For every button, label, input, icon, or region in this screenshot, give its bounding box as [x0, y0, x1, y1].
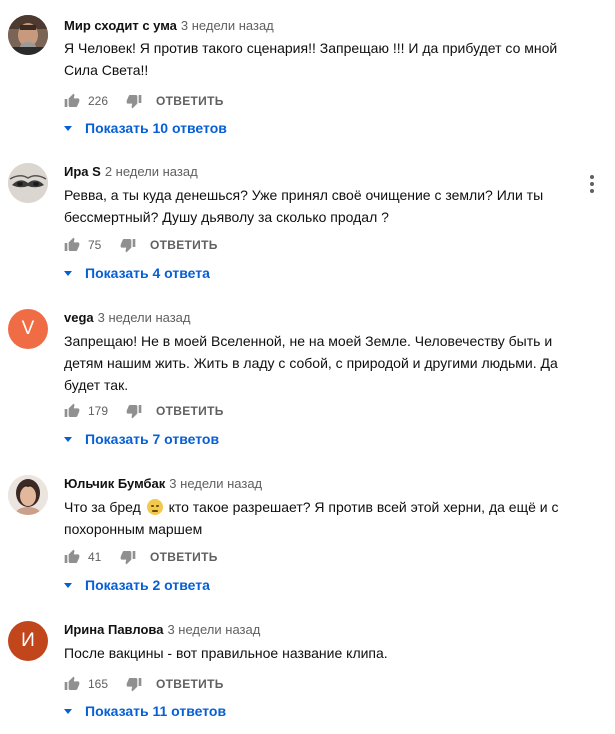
avatar[interactable]: V	[8, 309, 48, 349]
reply-button[interactable]: ОТВЕТИТЬ	[150, 238, 218, 252]
thumbs-up-icon[interactable]	[64, 549, 80, 565]
show-replies-label: Показать 10 ответов	[85, 120, 227, 136]
comment-text: После вакцины - вот правильное название …	[64, 645, 388, 661]
avatar[interactable]	[8, 15, 48, 55]
show-replies-label: Показать 11 ответов	[85, 703, 227, 719]
show-replies-button[interactable]: Показать 10 ответов	[64, 118, 227, 138]
thumbs-down-icon[interactable]	[120, 237, 136, 253]
thumbs-down-icon[interactable]	[126, 93, 142, 109]
pensive-emoji-icon	[146, 499, 163, 515]
comment-text: Запрещаю! Не в моей Вселенной, не на мое…	[64, 333, 558, 393]
thumbs-down-icon[interactable]	[126, 403, 142, 419]
avatar-photo	[8, 475, 48, 515]
comment-text: Что за бред кто такое разрешает? Я проти…	[64, 496, 574, 540]
menu-dot	[590, 182, 594, 186]
thumbs-down-icon[interactable]	[126, 676, 142, 692]
comment-header: Юльчик Бумбак 3 недели назад	[64, 475, 262, 493]
author-name[interactable]: Юльчик Бумбак	[64, 476, 165, 491]
like-count: 165	[88, 677, 109, 691]
author-name[interactable]: Ирина Павлова	[64, 622, 163, 637]
avatar-letter: V	[21, 318, 35, 339]
show-replies-label: Показать 2 ответа	[85, 577, 210, 593]
avatar-photo	[8, 15, 48, 55]
comment-actions: 75 ОТВЕТИТЬ	[64, 235, 218, 255]
caret-down-icon	[64, 582, 72, 588]
more-vert-icon[interactable]	[589, 175, 595, 193]
like-count: 226	[88, 94, 109, 108]
thumbs-up-icon[interactable]	[64, 676, 80, 692]
thumbs-up-icon[interactable]	[64, 93, 80, 109]
comment-actions: 179 ОТВЕТИТЬ	[64, 401, 224, 421]
reply-button[interactable]: ОТВЕТИТЬ	[156, 404, 224, 418]
caret-down-icon	[64, 708, 72, 714]
avatar[interactable]: И	[8, 621, 48, 661]
reply-button[interactable]: ОТВЕТИТЬ	[150, 550, 218, 564]
avatar[interactable]	[8, 163, 48, 203]
comment-time[interactable]: 2 недели назад	[105, 164, 198, 179]
avatar-photo	[8, 163, 48, 203]
like-count: 75	[88, 238, 102, 252]
comment-header: Ирина Павлова 3 недели назад	[64, 621, 260, 639]
comment-actions: 165 ОТВЕТИТЬ	[64, 674, 224, 694]
thumbs-up-icon[interactable]	[64, 403, 80, 419]
comment-actions: 41 ОТВЕТИТЬ	[64, 547, 218, 567]
caret-down-icon	[64, 436, 72, 442]
avatar[interactable]	[8, 475, 48, 515]
comment-header: Мир сходит с ума 3 недели назад	[64, 17, 274, 35]
author-name[interactable]: Ира S	[64, 164, 101, 179]
comment-actions: 226 ОТВЕТИТЬ	[64, 91, 224, 111]
author-name[interactable]: vega	[64, 310, 94, 325]
reply-button[interactable]: ОТВЕТИТЬ	[156, 94, 224, 108]
show-replies-button[interactable]: Показать 7 ответов	[64, 429, 219, 449]
show-replies-button[interactable]: Показать 4 ответа	[64, 263, 210, 283]
comment-text-start: Что за бред	[64, 499, 141, 515]
show-replies-label: Показать 4 ответа	[85, 265, 210, 281]
caret-down-icon	[64, 125, 72, 131]
comment-time[interactable]: 3 недели назад	[167, 622, 260, 637]
author-name[interactable]: Мир сходит с ума	[64, 18, 177, 33]
like-count: 41	[88, 550, 102, 564]
reply-button[interactable]: ОТВЕТИТЬ	[156, 677, 224, 691]
comment-text: Я Человек! Я против такого сценария!! За…	[64, 40, 558, 78]
like-count: 179	[88, 404, 109, 418]
comment-time[interactable]: 3 недели назад	[169, 476, 262, 491]
thumbs-down-icon[interactable]	[120, 549, 136, 565]
show-replies-label: Показать 7 ответов	[85, 431, 220, 447]
comment-header: vega 3 недели назад	[64, 309, 191, 327]
menu-dot	[590, 175, 594, 179]
comment-time[interactable]: 3 недели назад	[181, 18, 274, 33]
comment-text: Ревва, а ты куда денешься? Уже принял св…	[64, 187, 544, 225]
caret-down-icon	[64, 270, 72, 276]
comment-header: Ира S 2 недели назад	[64, 163, 198, 181]
show-replies-button[interactable]: Показать 2 ответа	[64, 575, 210, 595]
show-replies-button[interactable]: Показать 11 ответов	[64, 701, 226, 721]
avatar-letter: И	[21, 630, 35, 651]
thumbs-up-icon[interactable]	[64, 237, 80, 253]
comment-time[interactable]: 3 недели назад	[98, 310, 191, 325]
menu-dot	[590, 189, 594, 193]
